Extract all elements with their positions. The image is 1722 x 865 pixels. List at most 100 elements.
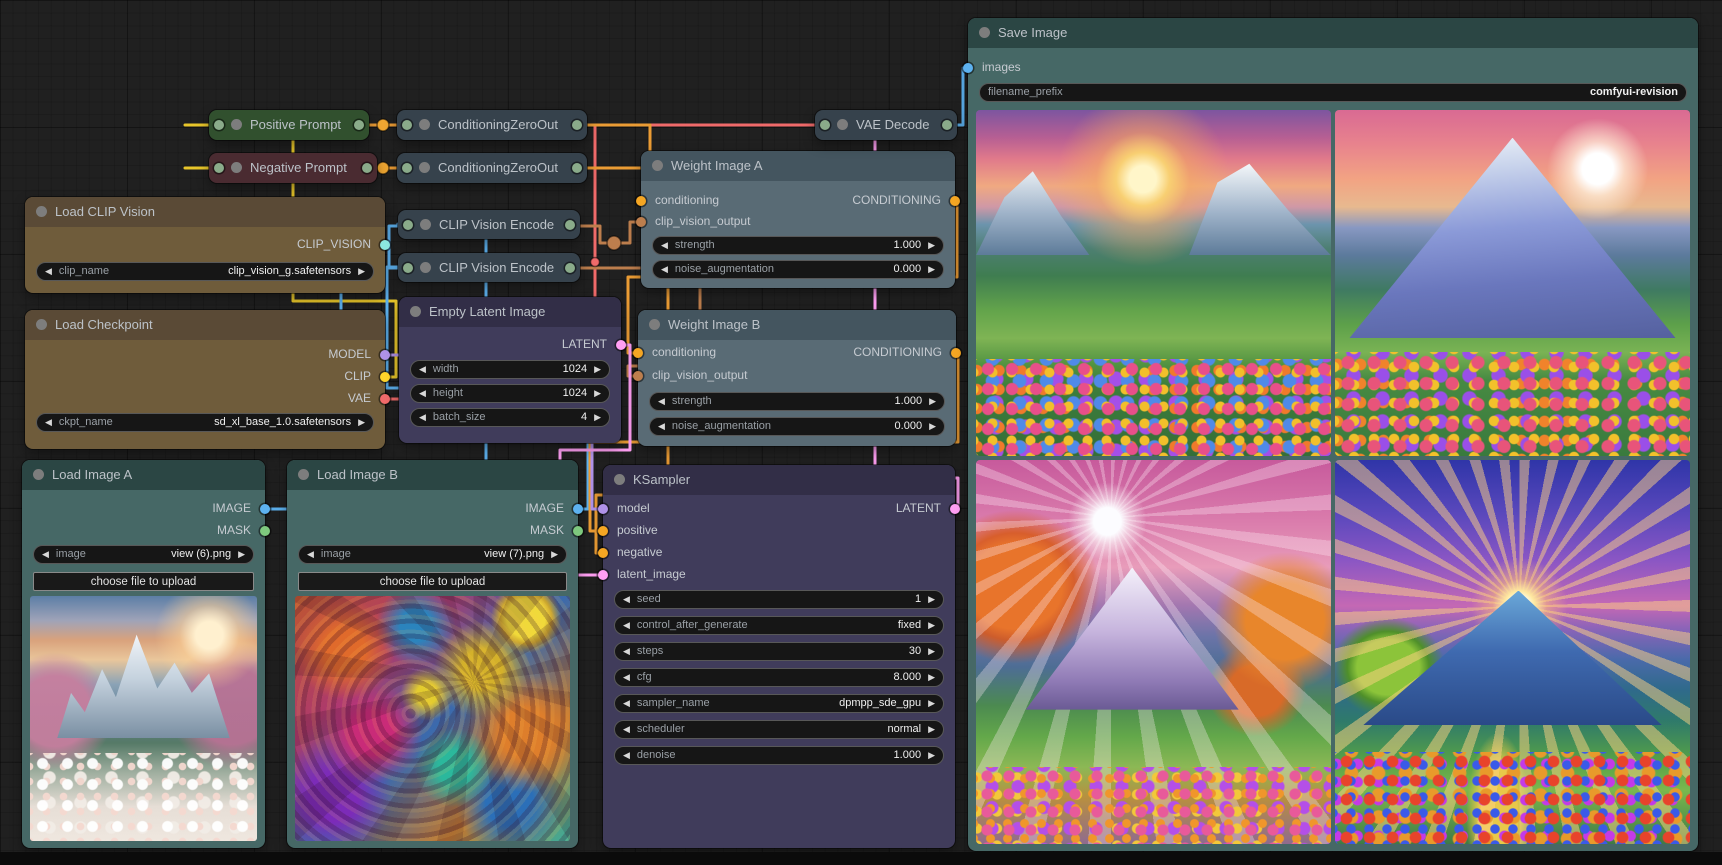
upload-button[interactable]: choose file to upload (298, 572, 567, 591)
output-port-IMAGE[interactable] (573, 504, 583, 514)
collapse-dot-icon[interactable] (419, 119, 430, 130)
noise_augmentation-widget[interactable]: ◀noise_augmentation0.000▶ (652, 260, 944, 279)
input-port-model[interactable] (598, 504, 608, 514)
increment-arrow-icon[interactable]: ▶ (358, 262, 365, 281)
increment-arrow-icon[interactable]: ▶ (551, 545, 558, 564)
node-empty-latent-image[interactable]: Empty Latent ImageLATENT◀width1024▶◀heig… (399, 297, 621, 443)
decrement-arrow-icon[interactable]: ◀ (419, 408, 426, 427)
node-load-clip-vision[interactable]: Load CLIP VisionCLIP_VISION◀clip_namecli… (25, 197, 385, 293)
increment-arrow-icon[interactable]: ▶ (928, 720, 935, 739)
increment-arrow-icon[interactable]: ▶ (594, 384, 601, 403)
increment-arrow-icon[interactable]: ▶ (594, 360, 601, 379)
filename_prefix-widget[interactable]: filename_prefixcomfyui-revision (979, 83, 1687, 102)
node-header[interactable]: Weight Image B (638, 310, 956, 340)
decrement-arrow-icon[interactable]: ◀ (45, 262, 52, 281)
width-widget[interactable]: ◀width1024▶ (410, 360, 610, 379)
node-header[interactable]: Load Image B (287, 460, 578, 490)
node-load-image-a[interactable]: Load Image AIMAGEMASK◀imageview (6).png▶… (22, 460, 265, 848)
reroute-dot[interactable] (377, 162, 389, 174)
collapse-dot-icon[interactable] (420, 262, 431, 273)
collapsed-output-dot[interactable] (572, 120, 582, 130)
decrement-arrow-icon[interactable]: ◀ (45, 413, 52, 432)
collapse-dot-icon[interactable] (614, 474, 625, 485)
decrement-arrow-icon[interactable]: ◀ (623, 720, 630, 739)
collapsed-output-dot[interactable] (942, 120, 952, 130)
reroute-dot[interactable] (607, 236, 621, 250)
decrement-arrow-icon[interactable]: ◀ (42, 545, 49, 564)
image-widget[interactable]: ◀imageview (6).png▶ (33, 545, 254, 564)
output-port-CLIP_VISION[interactable] (380, 240, 390, 250)
output-port-MODEL[interactable] (380, 350, 390, 360)
increment-arrow-icon[interactable]: ▶ (928, 642, 935, 661)
decrement-arrow-icon[interactable]: ◀ (658, 417, 665, 436)
collapse-dot-icon[interactable] (410, 306, 421, 317)
output-port-CONDITIONING[interactable] (950, 196, 960, 206)
input-port-latent_image[interactable] (598, 570, 608, 580)
increment-arrow-icon[interactable]: ▶ (238, 545, 245, 564)
input-port-images[interactable] (963, 63, 973, 73)
node-weight-image-a[interactable]: Weight Image Aconditioningclip_vision_ou… (641, 151, 955, 288)
collapse-dot-icon[interactable] (231, 162, 242, 173)
node-header[interactable]: Empty Latent Image (399, 297, 621, 327)
collapse-dot-icon[interactable] (837, 119, 848, 130)
input-port-positive[interactable] (598, 526, 608, 536)
reroute-dot[interactable] (377, 119, 389, 131)
increment-arrow-icon[interactable]: ▶ (928, 616, 935, 635)
decrement-arrow-icon[interactable]: ◀ (623, 694, 630, 713)
collapsed-input-dot[interactable] (402, 120, 412, 130)
input-port-negative[interactable] (598, 548, 608, 558)
sampler_name-widget[interactable]: ◀sampler_namedpmpp_sde_gpu▶ (614, 694, 944, 713)
node-header[interactable]: Load CLIP Vision (25, 197, 385, 227)
decrement-arrow-icon[interactable]: ◀ (661, 236, 668, 255)
decrement-arrow-icon[interactable]: ◀ (658, 392, 665, 411)
node-negative-prompt[interactable]: Negative Prompt (209, 153, 377, 183)
collapsed-output-dot[interactable] (565, 220, 575, 230)
node-header[interactable]: Load Image A (22, 460, 265, 490)
increment-arrow-icon[interactable]: ▶ (928, 668, 935, 687)
node-conditioning-zero-out-1[interactable]: ConditioningZeroOut (397, 110, 587, 140)
output-port-MASK[interactable] (573, 526, 583, 536)
collapse-dot-icon[interactable] (33, 469, 44, 480)
cfg-widget[interactable]: ◀cfg8.000▶ (614, 668, 944, 687)
collapsed-output-dot[interactable] (572, 163, 582, 173)
output-port-VAE[interactable] (380, 394, 390, 404)
collapse-dot-icon[interactable] (419, 162, 430, 173)
node-header[interactable]: Weight Image A (641, 151, 955, 181)
output-port-CLIP[interactable] (380, 372, 390, 382)
collapsed-output-dot[interactable] (565, 263, 575, 273)
node-weight-image-b[interactable]: Weight Image Bconditioningclip_vision_ou… (638, 310, 956, 446)
decrement-arrow-icon[interactable]: ◀ (419, 384, 426, 403)
image-widget[interactable]: ◀imageview (7).png▶ (298, 545, 567, 564)
increment-arrow-icon[interactable]: ▶ (928, 236, 935, 255)
increment-arrow-icon[interactable]: ▶ (594, 408, 601, 427)
node-graph-canvas[interactable]: Positive PromptNegative PromptConditioni… (0, 0, 1722, 865)
collapsed-input-dot[interactable] (214, 120, 224, 130)
increment-arrow-icon[interactable]: ▶ (928, 260, 935, 279)
strength-widget[interactable]: ◀strength1.000▶ (652, 236, 944, 255)
node-clip-vision-encode-1[interactable]: CLIP Vision Encode (398, 210, 580, 239)
ckpt_name-widget[interactable]: ◀ckpt_namesd_xl_base_1.0.safetensors▶ (36, 413, 374, 432)
reroute-dot[interactable] (591, 258, 600, 267)
increment-arrow-icon[interactable]: ▶ (929, 392, 936, 411)
collapse-dot-icon[interactable] (420, 219, 431, 230)
clip_name-widget[interactable]: ◀clip_nameclip_vision_g.safetensors▶ (36, 262, 374, 281)
output-port-IMAGE[interactable] (260, 504, 270, 514)
increment-arrow-icon[interactable]: ▶ (928, 694, 935, 713)
node-clip-vision-encode-2[interactable]: CLIP Vision Encode (398, 253, 580, 282)
node-header[interactable]: Save Image (968, 18, 1698, 48)
scheduler-widget[interactable]: ◀schedulernormal▶ (614, 720, 944, 739)
collapsed-output-dot[interactable] (354, 120, 364, 130)
seed-widget[interactable]: ◀seed1▶ (614, 590, 944, 609)
node-save-image[interactable]: Save Imageimagesfilename_prefixcomfyui-r… (968, 18, 1698, 851)
increment-arrow-icon[interactable]: ▶ (929, 417, 936, 436)
output-port-LATENT[interactable] (616, 340, 626, 350)
collapse-dot-icon[interactable] (649, 319, 660, 330)
collapsed-input-dot[interactable] (214, 163, 224, 173)
increment-arrow-icon[interactable]: ▶ (928, 590, 935, 609)
input-port-clip_vision_output[interactable] (633, 371, 643, 381)
noise_augmentation-widget[interactable]: ◀noise_augmentation0.000▶ (649, 417, 945, 436)
collapse-dot-icon[interactable] (231, 119, 242, 130)
decrement-arrow-icon[interactable]: ◀ (623, 616, 630, 635)
decrement-arrow-icon[interactable]: ◀ (307, 545, 314, 564)
collapse-dot-icon[interactable] (652, 160, 663, 171)
